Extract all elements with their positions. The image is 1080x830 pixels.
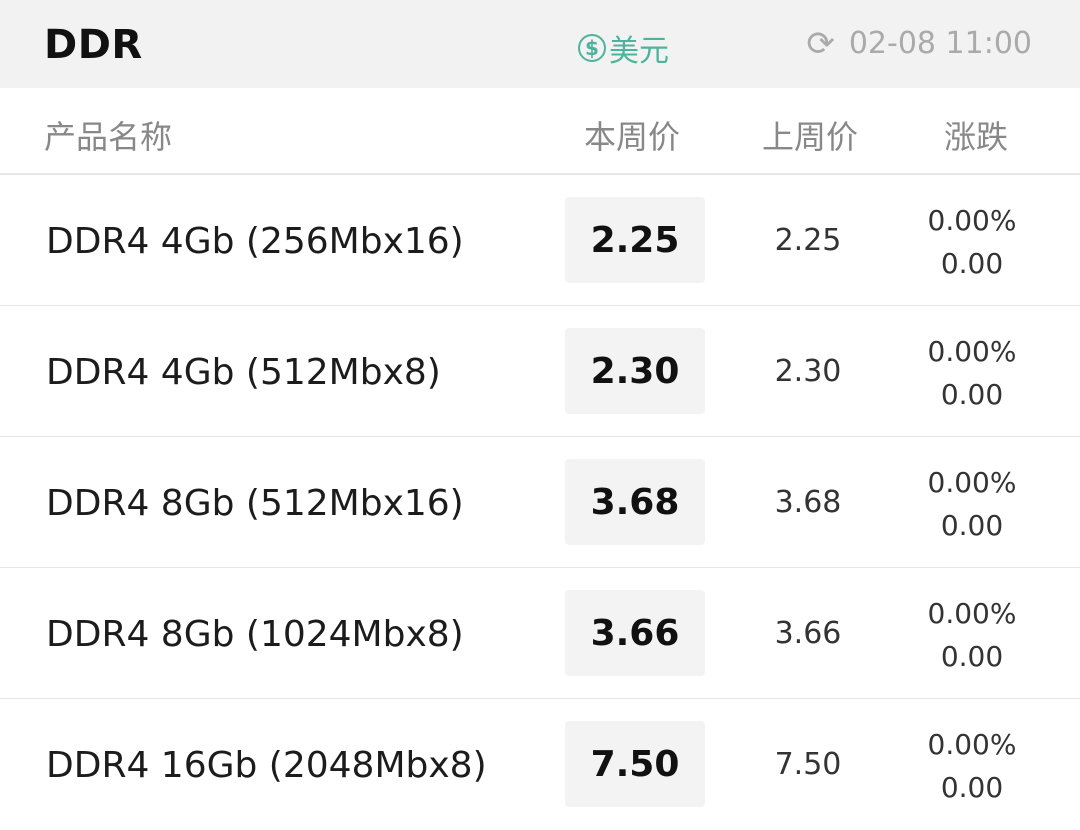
refresh-icon[interactable]: ⟳ [806,27,835,61]
table-header: 产品名称 本周价 上周价 涨跌 [0,88,1080,175]
table-row[interactable]: DDR4 4Gb (512Mbx8) 2.30 2.30 0.00% 0.00 [0,306,1080,437]
product-name: DDR4 8Gb (1024Mbx8) [46,614,464,655]
column-header-change[interactable]: 涨跌 [944,112,1008,158]
last-week-price: 7.50 [774,747,842,782]
table-row[interactable]: DDR4 8Gb (1024Mbx8) 3.66 3.66 0.00% 0.00 [0,568,1080,699]
change-absolute: 0.00 [940,771,1004,804]
top-bar: DDR $ 美元 ⟳ 02-08 11:00 [0,0,1080,88]
table-row[interactable]: DDR4 8Gb (512Mbx16) 3.68 3.68 0.00% 0.00 [0,437,1080,568]
price-change: 0.00% 0.00 [922,723,1022,809]
product-name: DDR4 8Gb (512Mbx16) [46,483,464,524]
product-name: DDR4 4Gb (256Mbx16) [46,221,464,262]
change-absolute: 0.00 [940,640,1004,673]
this-week-price: 7.50 [565,721,705,807]
change-absolute: 0.00 [940,509,1004,542]
change-absolute: 0.00 [940,247,1004,280]
this-week-price: 2.25 [565,197,705,283]
column-header-last-week[interactable]: 上周价 [762,112,858,158]
last-week-price: 3.68 [774,485,842,520]
last-week-price: 3.66 [774,616,842,651]
this-week-price: 3.66 [565,590,705,676]
this-week-price: 3.68 [565,459,705,545]
currency-toggle[interactable]: $ 美元 [578,26,669,70]
dollar-icon: $ [578,34,606,62]
page-title: DDR [44,22,143,68]
column-header-this-week[interactable]: 本周价 [584,112,680,158]
table-row[interactable]: DDR4 16Gb (2048Mbx8) 7.50 7.50 0.00% 0.0… [0,699,1080,830]
price-change: 0.00% 0.00 [922,592,1022,678]
table-row[interactable]: DDR4 4Gb (256Mbx16) 2.25 2.25 0.00% 0.00 [0,175,1080,306]
change-percent: 0.00% [927,335,1017,368]
product-name: DDR4 16Gb (2048Mbx8) [46,745,487,786]
price-change: 0.00% 0.00 [922,461,1022,547]
last-week-price: 2.30 [774,354,842,389]
price-change: 0.00% 0.00 [922,199,1022,285]
last-week-price: 2.25 [774,223,842,258]
change-percent: 0.00% [927,597,1017,630]
update-time[interactable]: ⟳ 02-08 11:00 [806,26,1032,61]
this-week-price: 2.30 [565,328,705,414]
product-name: DDR4 4Gb (512Mbx8) [46,352,441,393]
change-percent: 0.00% [927,466,1017,499]
change-absolute: 0.00 [940,378,1004,411]
currency-label: 美元 [609,34,669,69]
change-percent: 0.00% [927,204,1017,237]
change-percent: 0.00% [927,728,1017,761]
timestamp: 02-08 11:00 [848,26,1032,61]
column-header-name: 产品名称 [44,118,173,156]
price-change: 0.00% 0.00 [922,330,1022,416]
